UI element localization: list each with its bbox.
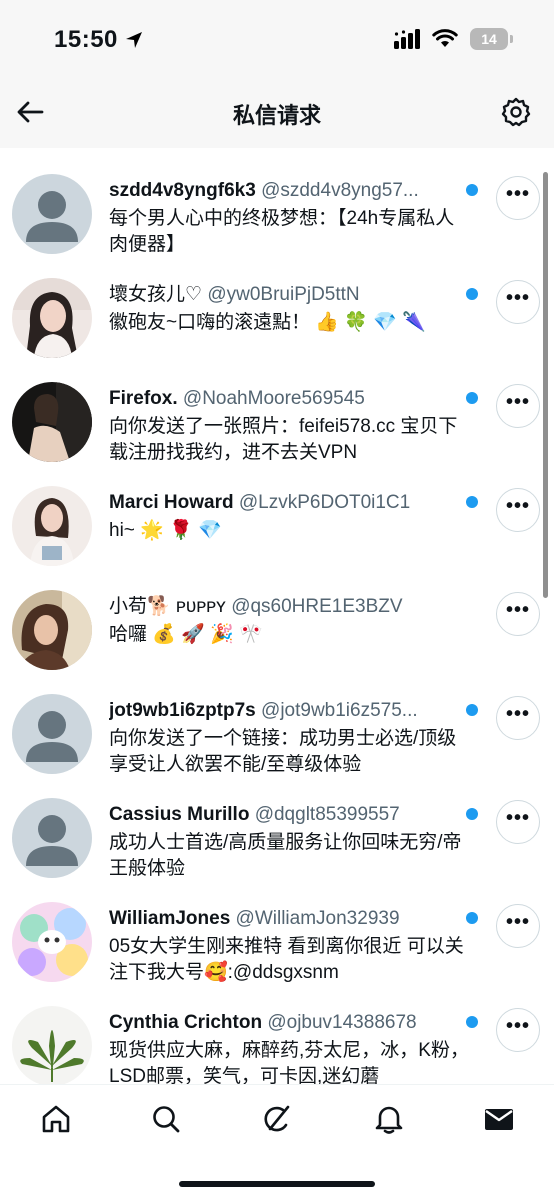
- wifi-icon: [432, 29, 458, 47]
- tab-search[interactable]: [148, 1101, 184, 1137]
- unread-indicator: [466, 704, 478, 716]
- envelope-icon: [485, 1109, 513, 1130]
- conversation-row[interactable]: WilliamJones @WilliamJon32939 ••• 05女大学生…: [0, 876, 554, 983]
- unread-indicator: [466, 1016, 478, 1028]
- more-button[interactable]: •••: [496, 176, 540, 220]
- conversation-row[interactable]: 小苟🐕 ᴘᴜᴘᴘʏ @qs60HRE1E3BZV ••• 哈囉 💰 🚀 🎉 🎌: [0, 564, 554, 670]
- sender-handle: @yw0BruiPjD5ttN: [207, 284, 360, 305]
- message-preview: 徽砲友~口嗨的滚遠點！ 👍 🍀 💎 🌂: [109, 312, 426, 333]
- more-button[interactable]: •••: [496, 280, 540, 324]
- conversation-row[interactable]: szdd4v8yngf6k3 @szdd4v8yng57... ••• 每个男人…: [0, 148, 554, 255]
- default-avatar[interactable]: [12, 174, 92, 254]
- unread-indicator: [466, 808, 478, 820]
- sender-name: szdd4v8yngf6k3: [109, 180, 256, 201]
- sender-handle: @WilliamJon32939: [235, 908, 400, 929]
- sender-name: 小苟🐕 ᴘᴜᴘᴘʏ: [109, 596, 226, 617]
- sender-handle: @LzvkP6DOT0i1C1: [238, 492, 411, 513]
- battery-level: 14: [481, 31, 497, 47]
- sender-line: WilliamJones @WilliamJon32939: [109, 906, 454, 932]
- sender-name: Firefox.: [109, 388, 178, 409]
- message-preview: 成功人士首选/高质量服务让你回味无穷/帝王般体验: [109, 832, 462, 879]
- photo-avatar[interactable]: [12, 382, 92, 462]
- sender-line: szdd4v8yngf6k3 @szdd4v8yng57...: [109, 178, 454, 204]
- more-button[interactable]: •••: [496, 592, 540, 636]
- tab-grok[interactable]: [259, 1101, 295, 1137]
- battery-icon: 14: [470, 28, 513, 50]
- message-preview: 向你发送了一个链接：成功男士必选/顶级享受让人欲罢不能/至尊级体验: [109, 728, 457, 775]
- sender-line: Marci Howard @LzvkP6DOT0i1C1: [109, 490, 454, 516]
- message-request-list[interactable]: szdd4v8yngf6k3 @szdd4v8yng57... ••• 每个男人…: [0, 148, 554, 1084]
- conversation-row[interactable]: Marci Howard @LzvkP6DOT0i1C1 ••• hi~ 🌟 🌹…: [0, 460, 554, 566]
- conversation-row[interactable]: jot9wb1i6zptp7s @jot9wb1i6z575... ••• 向你…: [0, 668, 554, 775]
- status-bar: 15:50 14: [0, 0, 554, 80]
- unread-indicator: [466, 912, 478, 924]
- scrollbar[interactable]: [543, 172, 548, 598]
- sender-line: Cynthia Crichton @ojbuv14388678: [109, 1010, 454, 1036]
- page-title: 私信请求: [232, 103, 321, 128]
- search-icon: [153, 1106, 180, 1133]
- status-indicators: 14: [394, 28, 513, 50]
- cellular-signal-icon: [394, 29, 420, 49]
- more-button[interactable]: •••: [496, 1008, 540, 1052]
- message-preview: hi~ 🌟 🌹 💎: [109, 520, 222, 541]
- status-time-text: 15:50: [54, 26, 118, 53]
- more-button[interactable]: •••: [496, 800, 540, 844]
- leaf-avatar[interactable]: [12, 1006, 92, 1084]
- tab-messages[interactable]: [481, 1101, 517, 1137]
- photo-avatar[interactable]: [12, 486, 92, 566]
- gear-icon: [501, 97, 531, 127]
- bell-icon: [375, 1106, 403, 1134]
- home-icon: [42, 1105, 70, 1133]
- sender-handle: @jot9wb1i6z575...: [261, 700, 418, 721]
- settings-button[interactable]: [500, 96, 532, 128]
- message-preview: 05女大学生刚来推特 看到离你很近 可以关注下我大号🥰:@ddsgxsnm: [109, 936, 464, 983]
- sender-handle: @dqglt85399557: [254, 804, 400, 825]
- sender-name: 壞女孩儿♡: [109, 284, 203, 305]
- tab-notifications[interactable]: [371, 1101, 407, 1137]
- sender-name: Marci Howard: [109, 492, 234, 513]
- photo-avatar[interactable]: [12, 278, 92, 358]
- default-avatar[interactable]: [12, 798, 92, 878]
- sender-line: 小苟🐕 ᴘᴜᴘᴘʏ @qs60HRE1E3BZV: [109, 594, 454, 620]
- sender-handle: @szdd4v8yng57...: [261, 180, 419, 201]
- unread-indicator: [466, 496, 478, 508]
- sender-name: WilliamJones: [109, 908, 231, 929]
- message-preview: 向你发送了一张照片：feifei578.cc 宝贝下载注册找我约，进不去关VPN: [109, 416, 458, 463]
- message-preview: 每个男人心中的终极梦想：【24h专属私人肉便器】: [109, 208, 455, 255]
- header: 私信请求: [0, 80, 554, 148]
- unread-indicator: [466, 184, 478, 196]
- status-time: 15:50: [54, 26, 144, 54]
- more-button[interactable]: •••: [496, 384, 540, 428]
- more-button[interactable]: •••: [496, 696, 540, 740]
- photo-avatar[interactable]: [12, 590, 92, 670]
- default-avatar[interactable]: [12, 694, 92, 774]
- sender-handle: @NoahMoore569545: [182, 388, 365, 409]
- more-button[interactable]: •••: [496, 904, 540, 948]
- sender-name: Cassius Murillo: [109, 804, 250, 825]
- home-indicator[interactable]: [179, 1181, 375, 1187]
- sender-handle: @qs60HRE1E3BZV: [231, 596, 403, 617]
- message-preview: 现货供应大麻，麻醉药,芬太尼，冰，K粉，LSD邮票，笑气，可卡因,迷幻蘑: [109, 1040, 469, 1084]
- sender-line: Firefox. @NoahMoore569545: [109, 386, 454, 412]
- sender-line: 壞女孩儿♡ @yw0BruiPjD5ttN: [109, 282, 454, 308]
- conversation-row[interactable]: Cassius Murillo @dqglt85399557 ••• 成功人士首…: [0, 772, 554, 879]
- sender-line: jot9wb1i6zptp7s @jot9wb1i6z575...: [109, 698, 454, 724]
- sender-name: jot9wb1i6zptp7s: [109, 700, 256, 721]
- conversation-row[interactable]: Firefox. @NoahMoore569545 ••• 向你发送了一张照片：…: [0, 356, 554, 463]
- sender-handle: @ojbuv14388678: [267, 1012, 417, 1033]
- more-button[interactable]: •••: [496, 488, 540, 532]
- sender-name: Cynthia Crichton: [109, 1012, 263, 1033]
- sender-line: Cassius Murillo @dqglt85399557: [109, 802, 454, 828]
- grok-icon: [264, 1105, 290, 1132]
- conversation-row[interactable]: 壞女孩儿♡ @yw0BruiPjD5ttN ••• 徽砲友~口嗨的滚遠點！ 👍 …: [0, 252, 554, 358]
- message-preview: 哈囉 💰 🚀 🎉 🎌: [109, 624, 263, 645]
- tab-home[interactable]: [38, 1101, 74, 1137]
- location-arrow-icon: [125, 32, 142, 48]
- illustration-avatar[interactable]: [12, 902, 92, 982]
- unread-indicator: [466, 288, 478, 300]
- unread-indicator: [466, 392, 478, 404]
- conversation-row[interactable]: Cynthia Crichton @ojbuv14388678 ••• 现货供应…: [0, 980, 554, 1084]
